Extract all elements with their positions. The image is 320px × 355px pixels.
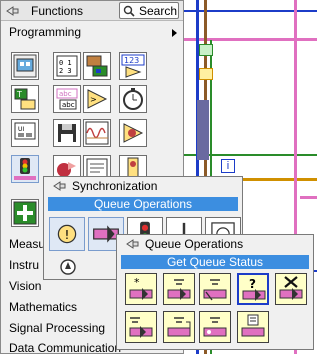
enqueue-opposite-end-icon[interactable] (163, 311, 195, 343)
pin-icon[interactable] (52, 179, 66, 193)
synchronization-title: Synchronization (72, 179, 158, 193)
queue-operations-palette[interactable]: Queue Operations Get Queue Status * ? (116, 234, 314, 350)
svg-text:123: 123 (124, 56, 139, 65)
category-measurement[interactable]: Measu (9, 237, 45, 251)
enqueue-element-icon[interactable] (163, 273, 195, 305)
get-queue-status-icon[interactable]: ? (237, 273, 269, 305)
category-data-communication[interactable]: Data Communication (9, 341, 121, 355)
terminal-down-yellow[interactable] (199, 68, 213, 80)
first-call-icon[interactable] (58, 257, 78, 277)
palette-title: Functions (31, 4, 84, 18)
svg-text:*: * (134, 276, 140, 289)
lossy-enqueue-icon[interactable] (125, 311, 157, 343)
express-icon[interactable] (11, 199, 39, 227)
category-programming[interactable]: Programming (9, 25, 81, 39)
comparison-icon[interactable]: > (83, 85, 111, 113)
dequeue-element-icon[interactable] (199, 273, 231, 305)
synchronization-header: Synchronization (44, 177, 242, 193)
timing-icon[interactable] (119, 85, 147, 113)
category-vision[interactable]: Vision (9, 279, 41, 293)
waveform-icon[interactable] (83, 119, 111, 147)
string-icon[interactable]: abc abc (53, 85, 81, 113)
svg-text:abc: abc (62, 101, 75, 109)
search-label: Search (139, 4, 178, 18)
numeric-icon[interactable]: 123 (119, 52, 147, 80)
svg-text:>: > (90, 95, 97, 104)
pin-icon[interactable] (5, 4, 19, 18)
application-control-icon[interactable] (119, 119, 147, 147)
svg-text:0 1: 0 1 (59, 59, 72, 67)
chevron-right-icon (172, 29, 177, 37)
cluster-icon[interactable] (83, 52, 111, 80)
queue-operations-header: Queue Operations (117, 235, 313, 251)
svg-text:abc: abc (59, 90, 72, 98)
svg-text:T: T (16, 90, 22, 99)
svg-text:UI: UI (18, 126, 24, 133)
search-icon (123, 5, 135, 17)
category-mathematics[interactable]: Mathematics (9, 300, 77, 314)
svg-text:?: ? (249, 277, 256, 291)
pin-icon[interactable] (125, 237, 139, 251)
terminal-down-green[interactable] (199, 44, 213, 56)
category-signal-processing[interactable]: Signal Processing (9, 321, 105, 335)
svg-text:2 3: 2 3 (59, 67, 72, 75)
preview-queue-element-icon[interactable] (199, 311, 231, 343)
svg-text:!: ! (65, 228, 70, 242)
search-button[interactable]: Search (119, 2, 179, 19)
obtain-queue-icon[interactable]: * (125, 273, 157, 305)
synchronization-subtitle: Queue Operations (48, 197, 238, 211)
synchronization-icon[interactable] (11, 155, 39, 183)
get-queue-status-label: Get Queue Status (121, 255, 309, 269)
file-io-icon[interactable] (53, 119, 81, 147)
category-instrument[interactable]: Instru (9, 258, 39, 272)
array-icon[interactable]: 0 12 3 (53, 52, 81, 80)
dialog-icon[interactable]: UI (11, 119, 39, 147)
wire-pink-horizontal-lower[interactable] (300, 196, 317, 199)
indicator-i[interactable]: i (221, 159, 235, 173)
palette-header: Functions Search (1, 1, 183, 21)
wire-block-dark (197, 100, 209, 160)
release-queue-icon[interactable] (275, 273, 307, 305)
notifier-icon[interactable]: ! (49, 217, 85, 251)
flush-queue-icon[interactable] (237, 311, 269, 343)
boolean-icon[interactable]: T (11, 85, 39, 113)
structures-icon[interactable] (11, 52, 39, 80)
queue-operations-title: Queue Operations (145, 237, 244, 251)
